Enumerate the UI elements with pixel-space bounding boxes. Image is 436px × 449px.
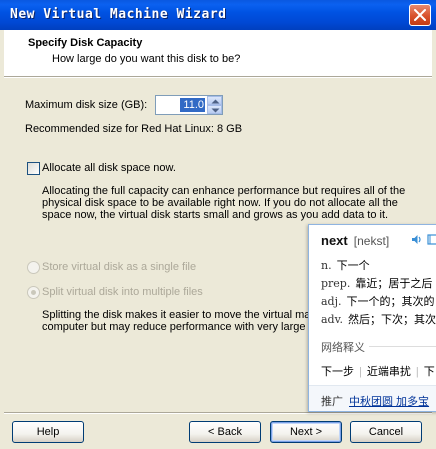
phrase-separator: | <box>415 366 419 378</box>
definition-line: adv. 然后；下次；其次 <box>321 313 436 326</box>
radio-selected-dot <box>31 290 36 295</box>
dictionary-footer: 推广 中秋团圆 加多宝 <box>309 385 436 411</box>
close-icon <box>414 9 426 21</box>
header-divider <box>4 76 432 78</box>
definition-line: prep. 靠近；居于之后 <box>321 277 433 290</box>
arrow-up-icon <box>211 99 220 104</box>
allocate-all-checkbox[interactable] <box>27 162 40 175</box>
split-files-label[interactable]: Split virtual disk into multiple files <box>42 286 203 298</box>
phrase-item[interactable]: 近端串扰 <box>367 366 411 378</box>
increment-button[interactable] <box>207 96 222 105</box>
decrement-button[interactable] <box>207 105 222 114</box>
help-button[interactable]: Help <box>12 421 84 443</box>
recommended-size-text: Recommended size for Red Hat Linux: 8 GB <box>25 123 243 135</box>
next-button[interactable]: Next > <box>270 421 342 443</box>
promo-link[interactable]: 中秋团圆 加多宝 <box>349 396 429 408</box>
definition-line: n. 下一个 <box>321 259 370 272</box>
split-files-radio[interactable] <box>27 286 40 299</box>
wizard-window: New Virtual Machine Wizard Specify Disk … <box>0 0 436 449</box>
promo-label: 推广 <box>321 396 343 408</box>
max-disk-size-label: Maximum disk size (GB): <box>25 99 148 111</box>
title-bar[interactable]: New Virtual Machine Wizard <box>0 0 436 30</box>
wordbook-icon[interactable] <box>427 234 436 245</box>
web-definitions-heading: 网络释义 <box>321 342 365 354</box>
single-file-radio[interactable] <box>27 261 40 274</box>
phrase-item[interactable]: 下一步 <box>321 366 354 378</box>
dictionary-popup: next [nekst] n. 下一个 prep. 靠近；居于之后 adj. 下一个的… <box>308 224 436 412</box>
button-bar-divider <box>4 412 432 414</box>
phrase-list: 下一步 | 近端串扰 | 下 <box>321 363 435 379</box>
page-subtitle: How large do you want this disk to be? <box>52 53 241 65</box>
dictionary-word: next <box>321 233 348 248</box>
window-title: New Virtual Machine Wizard <box>10 7 227 22</box>
definition-line: adj. 下一个的；其次的 <box>321 295 435 308</box>
promo-text: 推广 中秋团圆 加多宝 <box>321 393 429 409</box>
allocate-all-label[interactable]: Allocate all disk space now. <box>42 162 176 174</box>
cancel-button[interactable]: Cancel <box>350 421 422 443</box>
section-divider <box>369 346 436 347</box>
disk-size-input[interactable] <box>180 98 205 112</box>
phrase-item[interactable]: 下 <box>424 366 435 378</box>
disk-size-stepper[interactable] <box>155 95 223 115</box>
dictionary-phonetic: [nekst] <box>353 234 390 248</box>
phrase-separator: | <box>359 366 362 378</box>
speaker-icon[interactable] <box>411 234 423 245</box>
page-title: Specify Disk Capacity <box>28 37 143 49</box>
dictionary-headword: next [nekst] <box>321 233 389 248</box>
back-button[interactable]: < Back <box>189 421 261 443</box>
single-file-label[interactable]: Store virtual disk as a single file <box>42 261 196 273</box>
arrow-down-icon <box>211 108 220 113</box>
close-button[interactable] <box>409 4 431 26</box>
allocate-description: Allocating the full capacity can enhance… <box>42 185 406 221</box>
wizard-header: Specify Disk Capacity How large do you w… <box>4 30 432 76</box>
